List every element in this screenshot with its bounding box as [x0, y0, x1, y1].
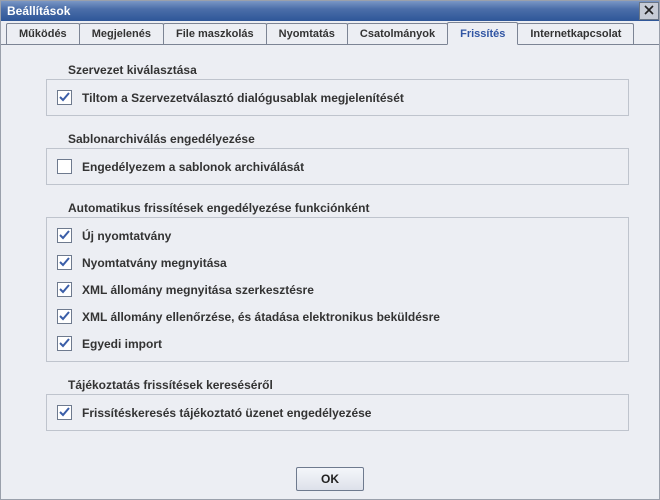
- settings-window: Beállítások Működés Megjelenés File masz…: [0, 0, 660, 500]
- check-label: Egyedi import: [82, 337, 162, 351]
- check-row: Egyedi import: [57, 333, 618, 354]
- tab-label: Csatolmányok: [360, 28, 435, 40]
- tab-file-maszkolas[interactable]: File maszkolás: [163, 23, 267, 44]
- check-label: Frissítéskeresés tájékoztató üzenet enge…: [82, 406, 371, 420]
- tab-label: File maszkolás: [176, 28, 254, 40]
- check-label: Tiltom a Szervezetválasztó dialógusablak…: [82, 91, 404, 105]
- titlebar: Beállítások: [1, 1, 659, 21]
- group-body: Tiltom a Szervezetválasztó dialógusablak…: [46, 79, 629, 116]
- tab-label: Nyomtatás: [279, 28, 335, 40]
- checkbox-open-form[interactable]: [57, 255, 72, 270]
- group-title: Sablonarchiválás engedélyezése: [68, 132, 629, 146]
- tab-mukodes[interactable]: Működés: [6, 23, 80, 44]
- group-body: Engedélyezem a sablonok archiválását: [46, 148, 629, 185]
- close-button[interactable]: [639, 2, 659, 20]
- tab-label: Internetkapcsolat: [530, 28, 621, 40]
- check-label: Új nyomtatvány: [82, 229, 171, 243]
- group-org: Szervezet kiválasztása Tiltom a Szerveze…: [46, 63, 629, 116]
- tab-nyomtatas[interactable]: Nyomtatás: [266, 23, 348, 44]
- tab-label: Működés: [19, 28, 67, 40]
- check-label: XML állomány megnyitása szerkesztésre: [82, 283, 314, 297]
- ok-button-label: OK: [321, 472, 339, 486]
- check-row: Új nyomtatvány: [57, 225, 618, 246]
- checkbox-new-form[interactable]: [57, 228, 72, 243]
- check-row: Tiltom a Szervezetválasztó dialógusablak…: [57, 87, 618, 108]
- group-body: Új nyomtatvány Nyomtatvány megnyitása XM…: [46, 217, 629, 362]
- check-row: XML állomány megnyitása szerkesztésre: [57, 279, 618, 300]
- checkbox-update-notify[interactable]: [57, 405, 72, 420]
- checkbox-xml-check-submit[interactable]: [57, 309, 72, 324]
- check-label: XML állomány ellenőrzése, és átadása ele…: [82, 310, 440, 324]
- checkbox-custom-import[interactable]: [57, 336, 72, 351]
- checkbox-xml-edit[interactable]: [57, 282, 72, 297]
- tab-frissites[interactable]: Frissítés: [447, 22, 518, 45]
- tab-csatolmanyok[interactable]: Csatolmányok: [347, 23, 448, 44]
- tab-content: Szervezet kiválasztása Tiltom a Szerveze…: [1, 45, 659, 459]
- button-bar: OK: [1, 459, 659, 499]
- check-row: Engedélyezem a sablonok archiválását: [57, 156, 618, 177]
- group-notify: Tájékoztatás frissítések kereséséről Fri…: [46, 378, 629, 431]
- check-row: Frissítéskeresés tájékoztató üzenet enge…: [57, 402, 618, 423]
- group-title: Szervezet kiválasztása: [68, 63, 629, 77]
- tab-label: Megjelenés: [92, 28, 151, 40]
- checkmark-icon: [59, 92, 70, 103]
- group-auto-updates: Automatikus frissítések engedélyezése fu…: [46, 201, 629, 362]
- group-title: Automatikus frissítések engedélyezése fu…: [68, 201, 629, 215]
- checkmark-icon: [59, 257, 70, 268]
- tab-label: Frissítés: [460, 28, 505, 40]
- check-row: XML állomány ellenőrzése, és átadása ele…: [57, 306, 618, 327]
- checkmark-icon: [59, 311, 70, 322]
- group-title: Tájékoztatás frissítések kereséséről: [68, 378, 629, 392]
- checkbox-enable-template-archive[interactable]: [57, 159, 72, 174]
- check-row: Nyomtatvány megnyitása: [57, 252, 618, 273]
- window-title: Beállítások: [7, 4, 70, 18]
- check-label: Engedélyezem a sablonok archiválását: [82, 160, 304, 174]
- check-label: Nyomtatvány megnyitása: [82, 256, 227, 270]
- checkmark-icon: [59, 338, 70, 349]
- close-icon: [644, 4, 654, 18]
- tab-bar: Működés Megjelenés File maszkolás Nyomta…: [1, 21, 659, 45]
- group-body: Frissítéskeresés tájékoztató üzenet enge…: [46, 394, 629, 431]
- ok-button[interactable]: OK: [296, 467, 364, 491]
- checkmark-icon: [59, 284, 70, 295]
- group-template: Sablonarchiválás engedélyezése Engedélye…: [46, 132, 629, 185]
- checkmark-icon: [59, 230, 70, 241]
- tab-internetkapcsolat[interactable]: Internetkapcsolat: [517, 23, 634, 44]
- checkmark-icon: [59, 407, 70, 418]
- tab-megjelenes[interactable]: Megjelenés: [79, 23, 164, 44]
- checkbox-disable-org-dialog[interactable]: [57, 90, 72, 105]
